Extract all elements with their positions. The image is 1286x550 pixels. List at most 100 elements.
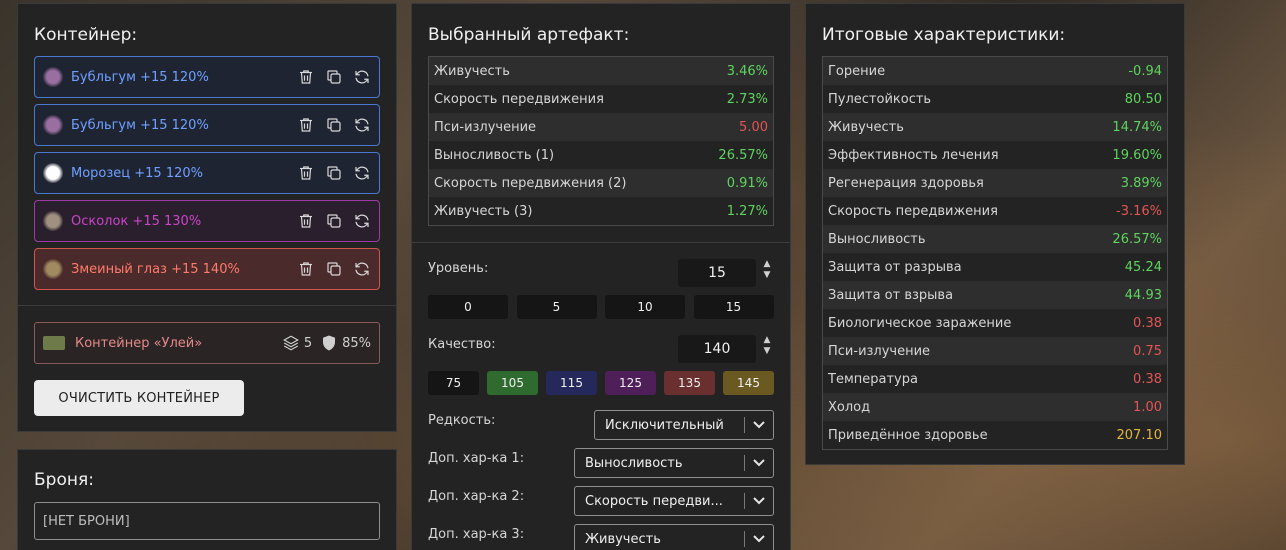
delete-icon[interactable] [296,68,315,87]
snake-eye-icon [43,259,63,279]
level-label: Уровень: [428,261,489,276]
stat-row: Регенерация здоровья 3.89% [823,169,1167,197]
delete-icon[interactable] [296,260,315,279]
stat-value: 207.10 [1116,427,1163,443]
slots-value: 5 [303,335,313,351]
stat-value: 5.00 [739,119,768,135]
copy-icon[interactable] [324,212,343,231]
chevron-down-icon [745,535,773,543]
copy-icon[interactable] [324,164,343,183]
extra1-select[interactable]: Выносливость [574,448,774,478]
armor-select[interactable]: [НЕТ БРОНИ] [34,502,380,540]
refresh-icon[interactable] [352,68,371,87]
refresh-icon[interactable] [352,116,371,135]
stat-value: 26.57% [718,147,768,163]
copy-icon[interactable] [324,260,343,279]
level-stepper[interactable]: ▲ ▼ [762,259,772,281]
artifact-title: Выбранный артефакт: [428,25,630,45]
level-preset-button[interactable]: 15 [693,295,774,319]
stat-value: 44.93 [1124,287,1162,303]
stat-row: Эффективность лечения 19.60% [823,141,1167,169]
level-input[interactable]: 15 [678,259,756,287]
stat-label: Скорость передвижения (2) [434,175,627,191]
stat-value: 0.38 [1133,371,1162,387]
quality-preset-button[interactable]: 125 [605,371,656,395]
artifact-item[interactable]: Бубльгум +15 120% [34,56,380,98]
stat-value: 0.91% [726,175,768,191]
extra1-label: Доп. хар-ка 1: [428,451,525,466]
armor-title: Броня: [34,470,94,490]
stat-label: Скорость передвижения [828,203,998,219]
stat-label: Регенерация здоровья [828,175,984,191]
refresh-icon[interactable] [352,212,371,231]
stat-label: Живучесть (3) [434,203,533,219]
stat-label: Скорость передвижения [434,91,604,107]
level-preset-button[interactable]: 0 [428,295,508,319]
quality-preset-button[interactable]: 145 [723,371,774,395]
stat-value: 1.27% [726,203,768,219]
stat-label: Пси-излучение [434,119,537,135]
stat-label: Эффективность лечения [828,147,999,163]
stat-value: 26.57% [1112,231,1162,247]
layers-icon [282,335,299,351]
clear-container-button[interactable]: ОЧИСТИТЬ КОНТЕЙНЕР [34,380,244,416]
slots-stat: 5 [282,334,312,352]
artifact-stats-table: Живучесть 3.46% Скорость передвижения 2.73%… [428,56,774,226]
frost-icon [43,163,63,183]
delete-icon[interactable] [296,164,315,183]
extra2-select[interactable]: Скорость передви... [574,486,774,516]
copy-icon[interactable] [324,68,343,87]
artifact-item-label: Бубльгум +15 120% [71,69,209,85]
stat-label: Защита от взрыва [828,287,954,303]
stat-value: 19.60% [1112,147,1162,163]
quality-preset-button[interactable]: 115 [546,371,597,395]
stat-row: Выносливость 26.57% [823,225,1167,253]
artifact-item[interactable]: Бубльгум +15 120% [34,104,380,146]
totals-panel: Итоговые характеристики: Горение -0.94 Пул… [805,3,1185,465]
container-item[interactable]: Контейнер «Улей» 5 85% [34,322,380,364]
stat-label: Пси-излучение [828,343,931,359]
stat-row: Горение -0.94 [823,57,1167,85]
level-preset-button[interactable]: 10 [605,295,685,319]
shield-icon [323,335,336,351]
quality-preset-button[interactable]: 105 [487,371,538,395]
quality-stepper[interactable]: ▲ ▼ [762,335,772,357]
artifact-item-label: Морозец +15 120% [71,165,203,181]
refresh-icon[interactable] [352,164,371,183]
artifact-item[interactable]: Змеиный глаз +15 140% [34,248,380,290]
extra3-value: Живучесть [585,531,661,547]
stat-row: Биологическое заражение 0.38 [823,309,1167,337]
rarity-select[interactable]: Исключительный [594,410,774,440]
extra3-label: Доп. хар-ка 3: [428,527,525,542]
quality-preset-button[interactable]: 135 [664,371,715,395]
copy-icon[interactable] [324,116,343,135]
stat-value: -3.16% [1116,203,1162,219]
refresh-icon[interactable] [352,260,371,279]
stat-row: Живучесть (3) 1.27% [429,197,773,225]
divider [18,305,396,306]
delete-icon[interactable] [296,212,315,231]
protection-stat: 85% [320,334,371,352]
extra1-value: Выносливость [585,455,683,471]
extra2-value: Скорость передви... [585,493,723,509]
stat-label: Выносливость (1) [434,147,555,163]
artifact-panel: Выбранный артефакт: Живучесть 3.46% Скорос… [411,3,791,550]
stat-label: Холод [828,399,871,415]
level-preset-button[interactable]: 5 [516,295,597,319]
quality-label: Качество: [428,337,496,352]
quality-preset-button[interactable]: 75 [428,371,479,395]
artifact-item[interactable]: Морозец +15 120% [34,152,380,194]
quality-input[interactable]: 140 [678,335,756,363]
artifact-item-label: Бубльгум +15 120% [71,117,209,133]
extra2-label: Доп. хар-ка 2: [428,489,525,504]
delete-icon[interactable] [296,116,315,135]
artifact-item[interactable]: Осколок +15 130% [34,200,380,242]
container-title: Контейнер: [34,25,138,45]
armor-panel: Броня: [НЕТ БРОНИ] [17,449,397,550]
stat-row: Живучесть 14.74% [823,113,1167,141]
stat-value: 14.74% [1112,119,1162,135]
bubblegum-icon [43,67,63,87]
stat-value: 2.73% [726,91,768,107]
stat-value: -0.94 [1128,63,1162,79]
extra3-select[interactable]: Живучесть [574,524,774,550]
